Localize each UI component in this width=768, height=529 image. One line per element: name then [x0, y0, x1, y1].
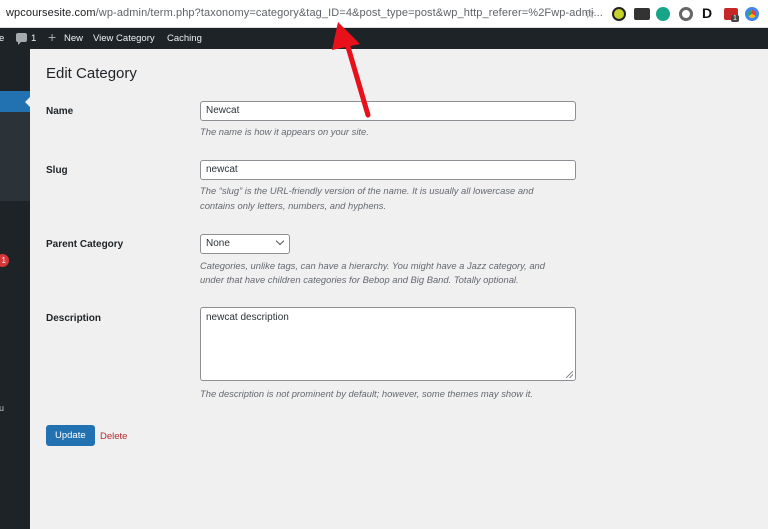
extension-grammar-icon[interactable] [612, 7, 626, 21]
chrome-profile-icon[interactable] [745, 7, 759, 21]
update-button[interactable]: Update [46, 425, 95, 446]
sidebar-submenu[interactable] [0, 112, 30, 201]
admin-bar-view-category[interactable]: View Category [93, 33, 155, 44]
name-label: Name [46, 106, 74, 117]
slug-description-line2: contains only letters, numbers, and hyph… [200, 200, 387, 211]
description-help: The description is not prominent by defa… [200, 388, 533, 399]
sidebar-partial-label[interactable]: u [0, 403, 4, 413]
admin-bar-new[interactable]: New [64, 33, 83, 44]
parent-description-line2: under that have children categories for … [200, 274, 519, 285]
url-domain: wpcoursesite.com [6, 7, 96, 19]
wp-admin-bar: e 1 + New View Category Caching [0, 28, 768, 49]
bookmark-star-icon[interactable]: ☆ [584, 6, 596, 22]
extension-grammarly-icon[interactable] [656, 7, 670, 21]
admin-bar-caching[interactable]: Caching [167, 33, 202, 44]
name-description: The name is how it appears on your site. [200, 126, 369, 137]
plus-icon[interactable]: + [48, 30, 56, 44]
browser-address-bar: wpcoursesite.com/wp-admin/term.php?taxon… [0, 0, 768, 28]
extension-screen-icon[interactable] [634, 8, 650, 20]
description-label: Description [46, 313, 102, 324]
parent-category-selected: None [206, 238, 230, 249]
comment-bubble-icon[interactable] [16, 33, 27, 45]
main-content: Edit Category Name Newcat The name is ho… [30, 49, 768, 529]
admin-bar-comment-count[interactable]: 1 [31, 33, 36, 44]
parent-category-label: Parent Category [46, 239, 124, 250]
slug-description-line1: The “slug” is the URL-friendly version o… [200, 185, 534, 196]
extension-badge: 1 [731, 15, 739, 22]
parent-description-line1: Categories, unlike tags, can have a hier… [200, 260, 545, 271]
url-field[interactable]: wpcoursesite.com/wp-admin/term.php?taxon… [6, 7, 603, 19]
slug-input[interactable]: newcat [200, 160, 576, 180]
parent-category-select[interactable]: None [200, 234, 290, 254]
chevron-down-icon [275, 236, 285, 246]
extension-d-icon[interactable]: D [702, 5, 714, 21]
description-value: newcat description [206, 312, 289, 323]
admin-bar-site-name[interactable]: e [0, 33, 4, 44]
page-title: Edit Category [46, 65, 137, 82]
slug-label: Slug [46, 165, 68, 176]
name-input[interactable]: Newcat [200, 101, 576, 121]
resize-grip-icon[interactable] [566, 371, 573, 378]
description-textarea[interactable]: newcat description [200, 307, 576, 381]
url-path: /wp-admin/term.php?taxonomy=category&tag… [95, 7, 603, 19]
delete-link[interactable]: Delete [100, 431, 127, 442]
extension-circle-icon[interactable] [679, 7, 693, 21]
